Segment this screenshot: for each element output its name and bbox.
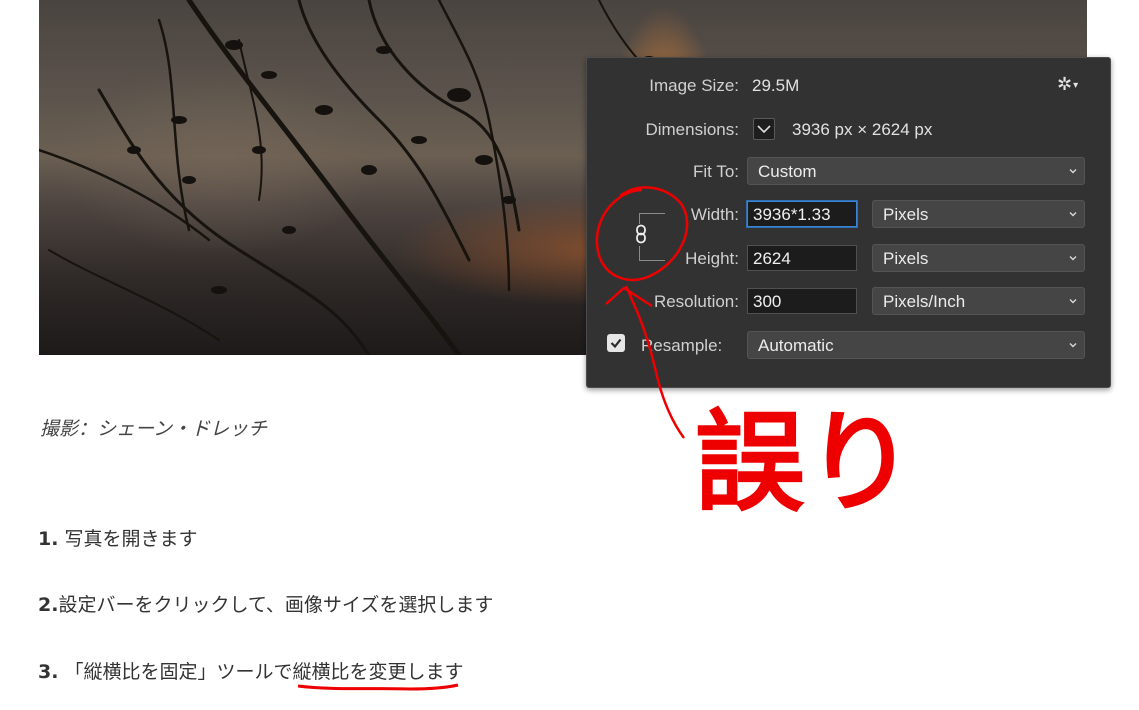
width-unit-value: Pixels — [883, 205, 929, 224]
step-2-number: 2. — [38, 594, 59, 616]
fit-to-label: Fit To: — [693, 162, 739, 181]
step-2-text: 設定バーをクリックして、画像サイズを選択します — [58, 594, 494, 616]
resolution-unit-select[interactable]: Pixels/Inch — [872, 287, 1085, 315]
photo-caption: 撮影：シェーン・ドレッチ — [40, 418, 268, 440]
width-input[interactable]: 3936*1.33 — [747, 201, 857, 227]
dimensions-value: 3936 px × 2624 px — [792, 120, 933, 139]
link-icon[interactable] — [631, 224, 651, 246]
checkmark-icon — [610, 338, 622, 349]
resample-value: Automatic — [758, 336, 834, 355]
mistake-annotation: 誤り — [695, 398, 915, 527]
dimensions-units-toggle[interactable] — [753, 118, 775, 140]
height-label: Height: — [685, 249, 739, 268]
step-1: 1. 写真を開きます — [38, 524, 198, 551]
resample-checkbox[interactable] — [607, 334, 625, 352]
step-3-number: 3. — [38, 661, 59, 683]
step-2: 2.設定バーをクリックして、画像サイズを選択します — [38, 590, 493, 617]
fit-to-select[interactable]: Custom — [747, 157, 1085, 185]
resolution-unit-value: Pixels/Inch — [883, 292, 966, 311]
chevron-down-icon — [1069, 256, 1077, 261]
image-size-label: Image Size: — [649, 76, 739, 95]
chevron-down-icon — [1069, 299, 1077, 304]
step-3-text-underlined: 縦横比を変更し — [292, 661, 426, 683]
height-unit-value: Pixels — [883, 249, 929, 268]
image-size-value: 29.5M — [752, 76, 800, 95]
step-3-text-before: 「縦横比を固定」ツールで — [64, 661, 293, 683]
width-unit-select[interactable]: Pixels — [872, 200, 1085, 228]
step-1-number: 1. — [38, 528, 59, 550]
gear-caret-icon: ▾ — [1073, 79, 1079, 91]
annotation-underline — [297, 683, 459, 691]
height-unit-select[interactable]: Pixels — [872, 244, 1085, 272]
resolution-input[interactable]: 300 — [747, 288, 857, 314]
height-input[interactable]: 2624 — [747, 245, 857, 271]
chevron-down-icon — [1069, 212, 1077, 217]
step-3: 3. 「縦横比を固定」ツールで縦横比を変更します — [38, 657, 464, 684]
step-3-text-after: ます — [425, 661, 464, 683]
gear-icon[interactable]: ✲▾ — [1057, 74, 1078, 95]
resolution-label: Resolution: — [653, 292, 739, 311]
chevron-down-icon — [1069, 343, 1077, 348]
chain-link-icon — [636, 224, 646, 244]
dimensions-label: Dimensions: — [645, 120, 739, 139]
image-size-dialog: Image Size: 29.5M ✲▾ Dimensions: 3936 px… — [586, 57, 1111, 388]
step-1-text: 写真を開きます — [64, 528, 198, 550]
width-label: Width: — [690, 205, 739, 224]
chevron-down-icon — [757, 125, 771, 134]
resample-select[interactable]: Automatic — [747, 331, 1085, 359]
chevron-down-icon — [1069, 169, 1077, 174]
resample-label: Resample: — [641, 336, 723, 355]
fit-to-value: Custom — [758, 162, 817, 181]
